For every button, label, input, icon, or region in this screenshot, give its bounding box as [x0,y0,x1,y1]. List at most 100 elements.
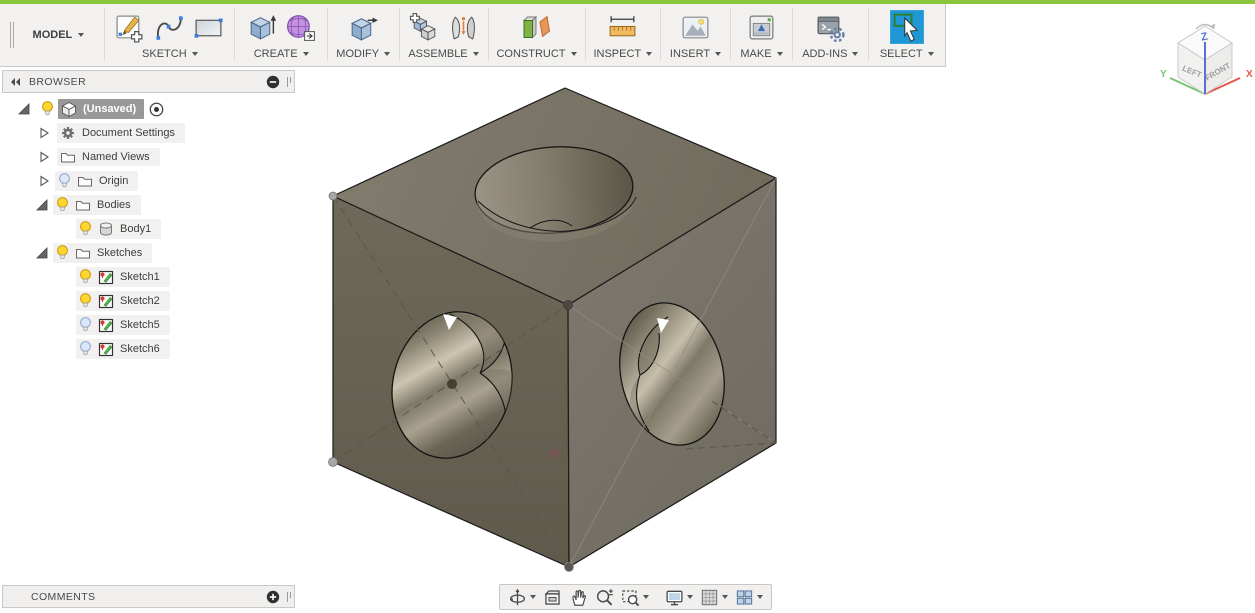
sketch-icon [98,342,114,357]
remove-circle-icon[interactable] [266,75,280,89]
construction-plane-icon[interactable] [516,11,556,44]
extrude-icon[interactable] [245,11,278,44]
tree-item-sketches[interactable]: Sketches [0,241,300,265]
toolbar-group-create: CREATE [235,4,327,66]
toolbar-group-assemble: ASSEMBLE [400,4,488,66]
workspace-switcher[interactable]: MODEL [25,4,105,66]
tree-item-origin[interactable]: Origin [0,169,300,193]
main-toolbar: MODEL SKETCH CREATE MODIFY ASSEMBLE CONS… [0,4,946,67]
view-navigation-bar [499,584,772,610]
visibility-bulb-off-icon[interactable] [79,341,92,357]
expander-expanded-icon[interactable] [18,103,30,115]
folder-icon [61,153,75,163]
expander-expanded-icon[interactable] [36,247,48,259]
chevron-down-icon [191,52,198,56]
chevron-down-icon [715,52,722,56]
form-icon[interactable] [284,11,317,44]
tree-item-unsaved[interactable]: (Unsaved) [0,97,300,121]
tree-item-named-views[interactable]: Named Views [0,145,300,169]
tree-item-document-settings[interactable]: Document Settings [0,121,300,145]
press-pull-icon[interactable] [347,11,380,44]
make-menu[interactable]: MAKE [740,48,783,60]
inspect-menu[interactable]: INSPECT [593,48,653,60]
window-zoom-icon [622,589,640,606]
tree-item-label: Origin [99,175,129,187]
create-menu[interactable]: CREATE [254,48,309,60]
zoom-button[interactable] [593,586,616,609]
expander-expanded-icon[interactable] [36,199,48,211]
expander-collapsed-icon[interactable] [38,127,50,139]
tree-item-bodies[interactable]: Bodies [0,193,300,217]
construct-menu[interactable]: CONSTRUCT [496,48,577,60]
chevron-down-icon [472,52,479,56]
tree-item-label: Document Settings [82,127,175,139]
create-sketch-icon[interactable] [114,11,147,44]
visibility-bulb-on-icon[interactable] [41,101,54,117]
assemble-menu[interactable]: ASSEMBLE [408,48,479,60]
addins-menu[interactable]: ADD-INS [802,48,859,60]
insert-image-icon[interactable] [679,11,712,44]
tree-item-sketch1[interactable]: Sketch1 [0,265,300,289]
panel-grip[interactable] [287,76,291,87]
scripts-addins-icon[interactable] [814,11,847,44]
tree-item-label: Sketch6 [120,343,160,355]
modify-menu[interactable]: MODIFY [336,48,391,60]
viewcube[interactable]: LEFT FRONT Z Y X [1152,14,1255,106]
rectangle-icon[interactable] [192,11,225,44]
joint-icon[interactable] [447,11,480,44]
panel-grip[interactable] [287,591,291,602]
visibility-bulb-off-icon[interactable] [79,317,92,333]
sketch-icon [98,318,114,333]
toolbar-grip[interactable] [0,4,25,66]
tree-item-selected-block[interactable]: (Unsaved) [58,99,145,119]
tree-item-sketch2[interactable]: Sketch2 [0,289,300,313]
toolbar-group-modify: MODIFY [328,4,399,66]
sketch-menu[interactable]: SKETCH [142,48,198,60]
print-3d-icon[interactable] [745,11,778,44]
expander-collapsed-icon[interactable] [38,151,50,163]
look-at-button[interactable] [541,586,564,609]
body-cylinder-icon [100,222,112,236]
new-component-icon[interactable] [408,11,441,44]
comments-panel-title: COMMENTS [31,590,96,603]
tree-item-label: Named Views [82,151,150,163]
window-zoom-button[interactable] [619,586,651,609]
folder-icon [76,249,90,259]
add-circle-icon[interactable] [266,590,280,604]
tree-item-label: Sketch2 [120,295,160,307]
pan-hand-icon [572,589,586,606]
visibility-bulb-on-icon[interactable] [79,293,92,309]
toolbar-group-make: MAKE [731,4,792,66]
orbit-button[interactable] [506,586,538,609]
insert-menu[interactable]: INSERT [670,48,722,60]
pan-button[interactable] [567,586,590,609]
visibility-bulb-on-icon[interactable] [79,221,92,237]
select-cursor-icon[interactable] [889,9,925,45]
measure-icon[interactable] [606,11,639,44]
tree-item-label: Sketch1 [120,271,160,283]
grid-and-snaps-button[interactable] [698,586,730,609]
model-body[interactable] [328,87,777,572]
viewports-icon [736,589,753,605]
tree-item-sketch5[interactable]: Sketch5 [0,313,300,337]
visibility-bulb-on-icon[interactable] [56,245,69,261]
chevron-down-icon [78,33,85,37]
visibility-bulb-off-icon[interactable] [58,173,71,189]
browser-panel-header[interactable]: BROWSER [2,70,295,93]
comments-panel-header[interactable]: COMMENTS [2,585,295,608]
visibility-bulb-on-icon[interactable] [56,197,69,213]
component-icon [61,101,77,117]
expander-collapsed-icon[interactable] [38,175,50,187]
toolbar-group-insert: INSERT [661,4,730,66]
workspace-label: MODEL [32,29,73,41]
select-menu[interactable]: SELECT [880,48,934,60]
spline-icon[interactable] [153,11,186,44]
collapse-left-icon[interactable] [9,76,22,88]
activate-radio-icon[interactable] [149,102,164,117]
viewports-button[interactable] [733,586,765,609]
visibility-bulb-on-icon[interactable] [79,269,92,285]
tree-item-body1[interactable]: Body1 [0,217,300,241]
toolbar-group-addins: ADD-INS [793,4,868,66]
tree-item-sketch6[interactable]: Sketch6 [0,337,300,361]
display-settings-button[interactable] [663,586,695,609]
